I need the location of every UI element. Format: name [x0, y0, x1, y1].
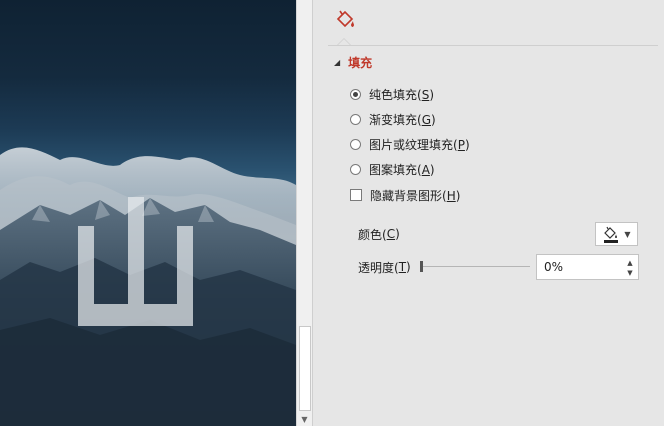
radio-button[interactable] — [350, 88, 361, 100]
fill-color-button[interactable]: ▼ — [595, 222, 638, 246]
option-label: 隐藏背景图形(H) — [370, 188, 461, 203]
transparency-spinbox[interactable]: 0% ▲ ▼ — [536, 254, 639, 280]
option-label: 图案填充(A) — [369, 162, 435, 177]
tab-pointer — [337, 38, 351, 45]
mountain-background-image — [0, 147, 296, 426]
slide-scrollbar[interactable]: ▼ — [296, 0, 313, 426]
radio-gradient-fill[interactable]: 渐变填充(G) — [350, 110, 436, 128]
fill-tab[interactable] — [332, 6, 358, 34]
transparency-slider-thumb[interactable] — [420, 261, 423, 272]
powerpoint-window: ▼ ◢ 填充 纯色填充(S) 渐变填充(G) 图片或纹理填充(P) 图案填充(A… — [0, 0, 664, 426]
spin-up-icon[interactable]: ▲ — [625, 258, 635, 267]
transparency-label: 透明度(T) — [358, 260, 411, 275]
option-label: 纯色填充(S) — [369, 87, 434, 102]
collapse-triangle-icon: ◢ — [334, 57, 341, 67]
checkbox-hide-background-graphics[interactable]: 隐藏背景图形(H) — [350, 186, 460, 204]
scroll-down-arrow-icon[interactable]: ▼ — [297, 412, 312, 426]
fill-section-header[interactable]: ◢ 填充 — [334, 54, 372, 70]
format-background-pane: ◢ 填充 纯色填充(S) 渐变填充(G) 图片或纹理填充(P) 图案填充(A) … — [314, 0, 664, 426]
section-title: 填充 — [348, 55, 373, 70]
paint-bucket-icon — [336, 10, 354, 28]
radio-button[interactable] — [350, 113, 361, 125]
radio-button[interactable] — [350, 163, 361, 175]
checkbox[interactable] — [350, 189, 362, 201]
radio-picture-fill[interactable]: 图片或纹理填充(P) — [350, 135, 470, 153]
color-label: 颜色(C) — [358, 227, 400, 242]
pane-divider — [328, 45, 658, 46]
radio-button[interactable] — [350, 138, 361, 150]
transparency-slider-track[interactable] — [422, 266, 530, 267]
radio-pattern-fill[interactable]: 图案填充(A) — [350, 160, 435, 178]
scrollbar-thumb[interactable] — [299, 326, 311, 411]
radio-solid-fill[interactable]: 纯色填充(S) — [350, 85, 434, 103]
option-label: 渐变填充(G) — [369, 112, 436, 127]
transparency-value[interactable]: 0% — [544, 260, 563, 274]
slide-canvas[interactable] — [0, 0, 296, 426]
option-label: 图片或纹理填充(P) — [369, 137, 470, 152]
paint-bucket-icon — [604, 226, 619, 243]
chevron-down-icon: ▼ — [624, 229, 631, 239]
spin-down-icon[interactable]: ▼ — [625, 268, 635, 277]
